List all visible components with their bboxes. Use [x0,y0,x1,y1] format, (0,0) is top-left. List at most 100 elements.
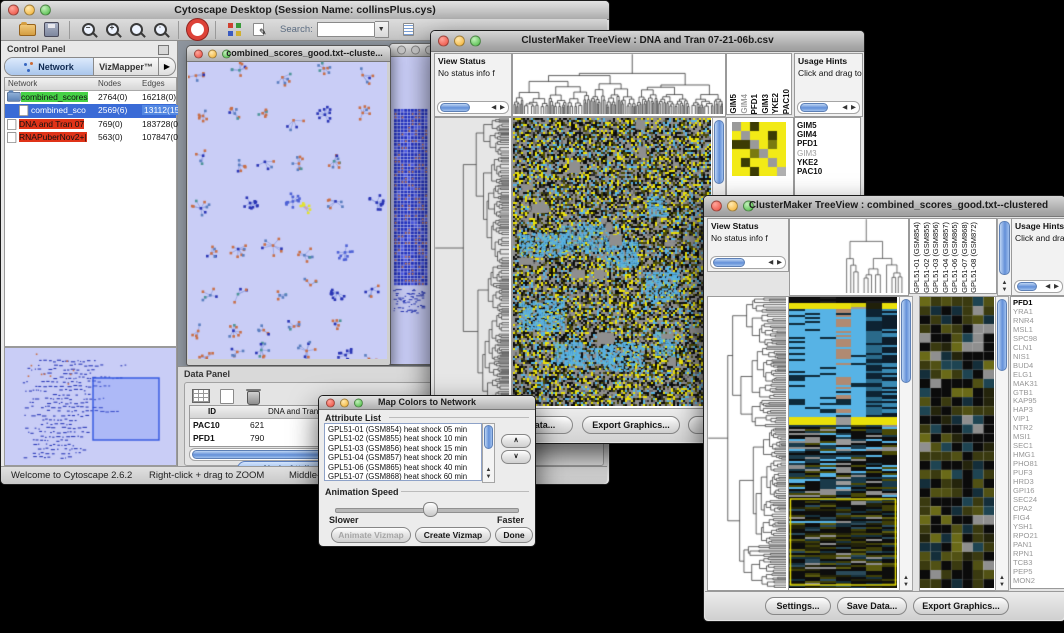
float-panel-icon[interactable] [158,45,169,55]
network-row-selected[interactable]: combined_sco 2569(6) 13112(15) [5,104,176,118]
col-network[interactable]: Network [8,79,37,88]
gene-list-item[interactable]: PAC10 [795,167,860,176]
table-mode-icon[interactable] [189,385,213,407]
column-label[interactable]: GIM3 [761,94,772,114]
column-label[interactable]: YKE2 [771,93,782,114]
column-dendrogram-canvas[interactable] [790,219,906,293]
attribute-list-vscrollbar[interactable]: ▲▼ [482,423,495,483]
attribute-browser-icon[interactable] [397,19,421,41]
tab-overflow-arrow[interactable]: ▶ [158,58,175,75]
save-data-button[interactable]: Save Data... [837,597,907,615]
column-label[interactable]: GIM5 [729,94,740,114]
gene-list-item[interactable]: MON2 [1011,577,1064,586]
back-window-titlebar[interactable] [390,44,435,57]
column-dendrogram-canvas[interactable] [513,54,723,114]
heatmap-canvas[interactable] [789,297,897,588]
tv1-usage-hscrollbar[interactable]: ◀ ▶ [797,101,860,114]
attribute-item[interactable]: GPL51-02 (GSM855) heat shock 10 min [325,434,481,443]
column-label[interactable]: GPL51-07 (GSM868) [960,222,970,293]
create-vizmap-button[interactable]: Create Vizmap [415,527,491,543]
tv2-usage-hscrollbar[interactable]: ◀ ▶ [1014,280,1063,293]
settings-button[interactable]: Settings... [765,597,831,615]
network-overview-canvas[interactable] [5,348,174,463]
dialog-titlebar[interactable]: Map Colors to Network [319,396,535,410]
tab-network[interactable]: Network [5,58,94,75]
tab-vizmapper[interactable]: VizMapper™ [94,58,158,75]
tv2-heatmap-vscrollbar[interactable]: ▲▼ [899,296,913,591]
close-icon[interactable] [8,5,19,16]
gene-list-item[interactable]: GIM4 [795,130,860,139]
network-row[interactable]: combined_scores 2764(0) 16218(0) [5,91,176,104]
tv2-heatmap[interactable] [789,296,900,591]
column-label[interactable]: PFD1 [750,94,761,114]
column-label[interactable]: GPL51-08 (GSM872) [969,222,979,293]
network-window-titlebar[interactable]: combined_scores_good.txt--cluste... [187,46,390,62]
zoom-heatmap-canvas[interactable] [920,297,994,588]
tv1-row-dendrogram[interactable] [434,117,512,409]
animation-speed-slider[interactable] [335,502,517,516]
close-icon[interactable] [711,201,722,212]
minimize-icon[interactable] [24,5,35,16]
tv2-status-hscrollbar[interactable]: ◀ ▶ [710,256,786,269]
column-label[interactable]: GPL51-04 (GSM857) [941,222,951,293]
window-controls[interactable] [326,398,363,407]
tv1-status-hscrollbar[interactable]: ◀ ▶ [437,101,509,114]
move-up-button[interactable]: ∧ [501,434,531,448]
gene-list-item[interactable]: GIM5 [795,121,860,130]
column-label[interactable]: GPL51-06 (GSM865) [950,222,960,293]
attribute-item[interactable]: GPL51-04 (GSM857) heat shock 20 min [325,453,481,462]
close-icon[interactable] [194,49,203,58]
similarity-matrix-canvas[interactable] [732,122,786,176]
network-canvas[interactable] [188,62,387,359]
column-label[interactable]: GPL51-01 (GSM854) [912,222,922,293]
close-icon[interactable] [326,398,335,407]
gene-list-item[interactable]: YKE2 [795,158,860,167]
attribute-item[interactable]: GPL51-03 (GSM856) heat shock 15 min [325,444,481,453]
close-icon[interactable] [397,46,406,55]
help-icon[interactable] [185,19,209,41]
move-down-button[interactable]: ∨ [501,450,531,464]
tv2-titlebar[interactable]: ClusterMaker TreeView : combined_scores_… [704,196,1064,217]
network-view-window[interactable]: combined_scores_good.txt--cluste... [186,45,391,366]
tv2-zoom-vscrollbar[interactable]: ▲▼ [995,296,1009,591]
tv1-column-dendrogram[interactable] [512,53,726,117]
close-icon[interactable] [438,36,449,47]
zoom-fit-icon[interactable]: ▫ [148,19,172,41]
network-row[interactable]: RNAPuberNov2+| 563(0) 107847(0) [5,131,176,144]
network-row[interactable]: DNA and Tran 07 769(0) 183728(0) [5,118,176,131]
gene-list-item[interactable]: GIM3 [795,149,860,158]
row-dendrogram-canvas[interactable] [435,118,509,406]
attribute-item[interactable]: GPL51-06 (GSM865) heat shock 40 min [325,463,481,472]
column-label[interactable]: GPL51-03 (GSM856) [931,222,941,293]
gene-list-item[interactable]: PFD1 [795,139,860,148]
minimize-icon[interactable] [454,36,465,47]
zoom-selected-icon[interactable] [124,19,148,41]
minimize-icon[interactable] [727,201,738,212]
minimize-icon[interactable] [411,46,420,55]
heatmap-canvas[interactable] [513,118,711,406]
main-titlebar[interactable]: Cytoscape Desktop (Session Name: collins… [1,1,609,20]
export-graphics-button[interactable]: Export Graphics... [582,416,680,434]
new-attribute-icon[interactable] [215,385,239,407]
column-label[interactable]: PAC10 [782,89,793,114]
done-button[interactable]: Done [495,527,533,543]
export-graphics-button[interactable]: Export Graphics... [913,597,1009,615]
tv2-column-dendrogram[interactable] [789,218,909,296]
delete-attribute-icon[interactable] [241,385,265,407]
open-file-icon[interactable] [15,19,39,41]
zoom-in-icon[interactable]: + [100,19,124,41]
attribute-item[interactable]: GPL51-01 (GSM854) heat shock 05 min [325,425,481,434]
vizmap-icon[interactable] [222,19,246,41]
col-id[interactable]: ID [208,407,216,416]
tv1-titlebar[interactable]: ClusterMaker TreeView : DNA and Tran 07-… [431,31,864,52]
col-nodes[interactable]: Nodes [98,79,121,88]
col-edges[interactable]: Edges [142,79,165,88]
network-view-window-back[interactable] [389,43,436,365]
row-dendrogram-canvas[interactable] [708,297,786,588]
search-dropdown-icon[interactable]: ▼ [375,21,389,38]
slider-thumb[interactable] [423,502,438,517]
column-label[interactable]: GIM4 [740,94,751,114]
attribute-item[interactable]: GPL51-07 (GSM868) heat shock 60 min [325,472,481,481]
tv1-heatmap[interactable] [512,117,714,409]
minimize-icon[interactable] [208,49,217,58]
